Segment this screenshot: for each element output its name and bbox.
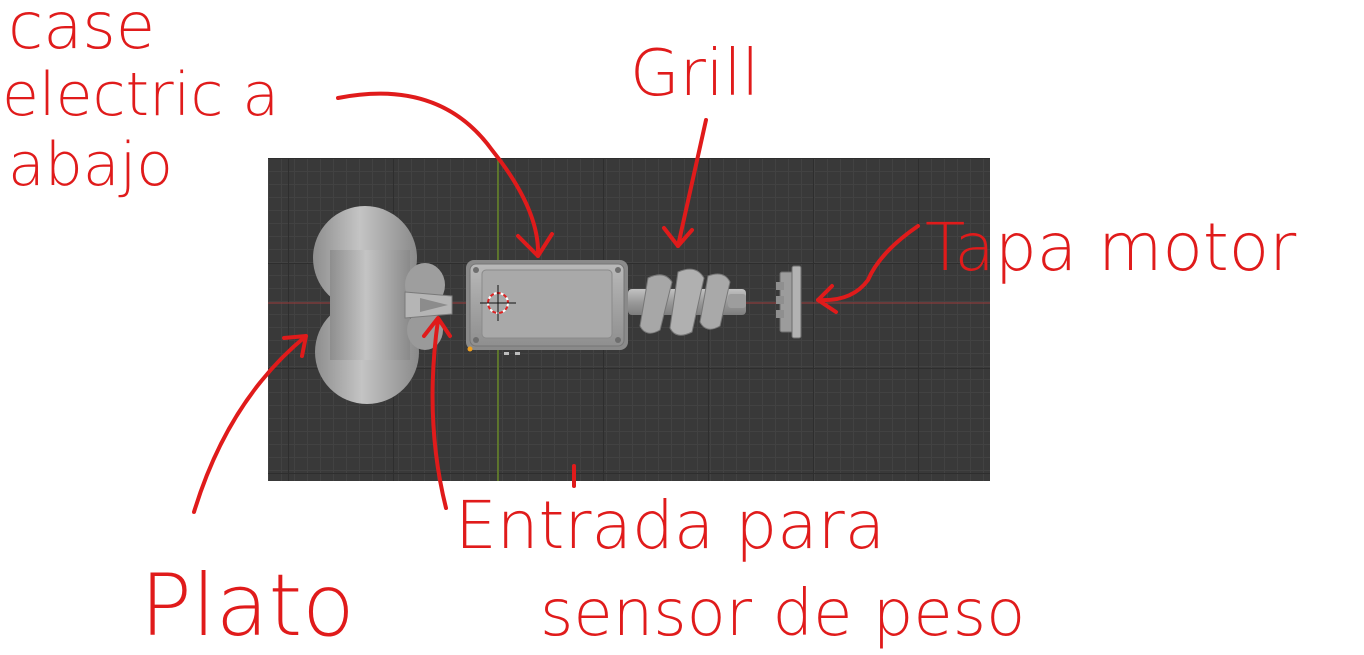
case-electrica-model[interactable] — [466, 260, 628, 350]
tapa-motor-model[interactable] — [776, 265, 802, 339]
case-label-line1: case — [8, 0, 155, 64]
annotated-model-view: case electric a abajo Grill Tapa motor P… — [2, 0, 1297, 655]
tapa-motor-label: Tapa motor — [925, 209, 1297, 286]
case-label-line2: electric a — [2, 60, 279, 130]
grill-model[interactable] — [628, 268, 746, 336]
case-label-line3: abajo — [8, 130, 173, 200]
grill-label: Grill — [630, 37, 759, 111]
plato-label: Plato — [140, 556, 355, 655]
grill-arrow — [662, 118, 708, 248]
light-marker — [515, 352, 520, 355]
entrada-label-line2: sensor de peso — [540, 577, 1025, 651]
entrada-label-line1: Entrada para — [455, 487, 885, 564]
light-marker — [504, 352, 509, 355]
plato-arrow — [192, 334, 308, 514]
tapa-motor-arrow — [816, 224, 920, 314]
origin-dot — [467, 346, 473, 352]
